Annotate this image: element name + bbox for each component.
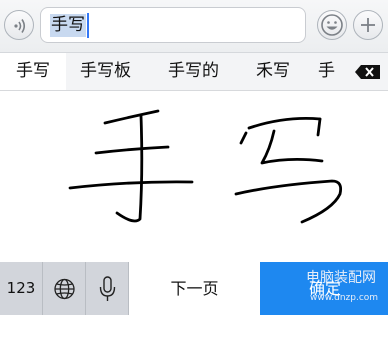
emoji-icon: [321, 14, 343, 36]
chat-input-bar: 手写: [0, 0, 388, 53]
input-selected-text: 手写: [50, 14, 86, 37]
candidate-item[interactable]: 手写: [0, 53, 66, 90]
handwriting-pad[interactable]: [0, 91, 388, 261]
candidate-item[interactable]: 手写的: [168, 53, 219, 90]
confirm-label: 确定: [309, 279, 342, 298]
globe-icon: [54, 278, 75, 300]
microphone-key[interactable]: [86, 262, 129, 315]
candidate-item[interactable]: 手: [318, 53, 335, 90]
voice-button[interactable]: [4, 10, 34, 40]
candidate-item[interactable]: 禾写: [256, 53, 290, 90]
handwriting-strokes: [68, 109, 343, 224]
number-keyboard-key[interactable]: 123: [0, 262, 43, 315]
emoji-button[interactable]: [317, 10, 347, 40]
microphone-icon: [99, 276, 116, 301]
globe-key[interactable]: [43, 262, 86, 315]
next-page-button[interactable]: 下一页: [129, 262, 260, 315]
delete-button[interactable]: [346, 53, 388, 90]
message-input[interactable]: 手写: [40, 7, 306, 43]
text-caret: [87, 13, 89, 38]
keyboard-bottom-bar: 123 下一页 电脑装配网 www.dnzp.com 确定: [0, 262, 388, 315]
candidate-bar: 手写 手写板 手写的 禾写 手: [0, 53, 388, 91]
candidate-item[interactable]: 手写板: [80, 53, 131, 90]
plus-icon: [361, 18, 375, 32]
confirm-key[interactable]: 电脑装配网 www.dnzp.com 确定: [260, 262, 388, 315]
more-button[interactable]: [353, 10, 383, 40]
delete-backspace-icon: [355, 65, 380, 79]
voice-input-icon: [14, 19, 26, 33]
